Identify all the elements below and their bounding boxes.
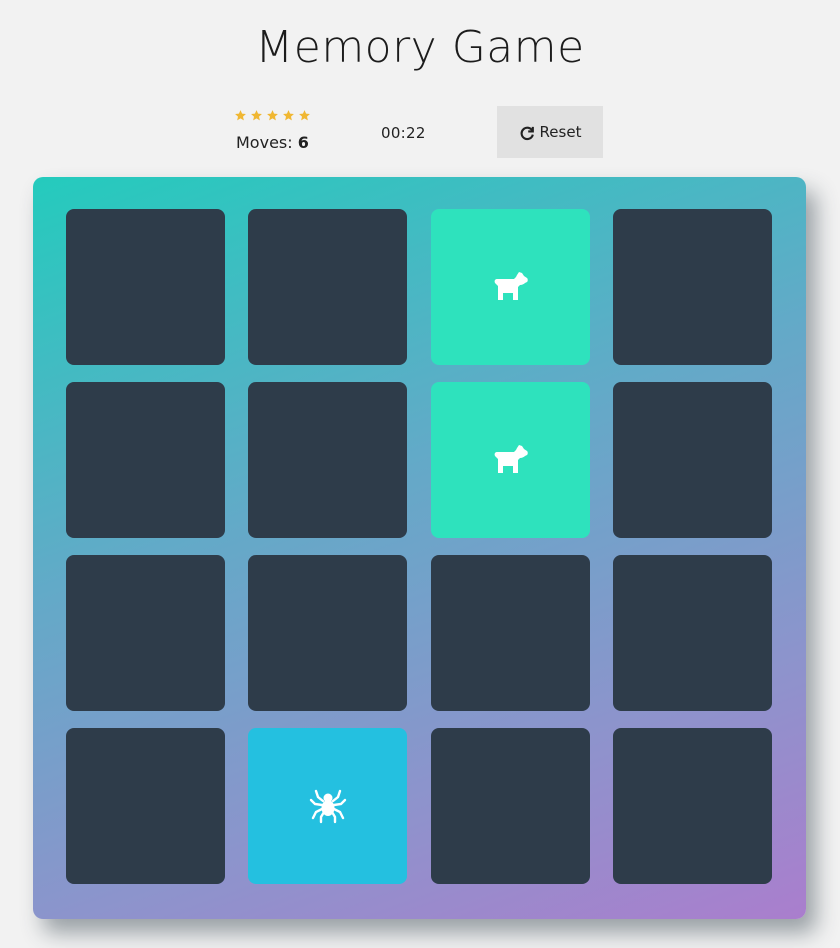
- card[interactable]: [248, 382, 407, 538]
- card[interactable]: [431, 382, 590, 538]
- score-panel: Moves: 6 00:22 Reset: [0, 0, 840, 170]
- star-icon: [234, 109, 247, 122]
- card[interactable]: [613, 382, 772, 538]
- moves-counter: Moves: 6: [236, 133, 309, 152]
- dog-icon: [491, 265, 531, 309]
- dog-icon: [491, 438, 531, 482]
- reset-label: Reset: [539, 123, 582, 141]
- star-icon: [282, 109, 295, 122]
- timer: 00:22: [381, 124, 426, 142]
- card[interactable]: [613, 209, 772, 365]
- repeat-icon: [520, 126, 534, 140]
- card[interactable]: [613, 728, 772, 884]
- card[interactable]: [66, 728, 225, 884]
- spider-icon: [308, 784, 348, 828]
- card-deck: [33, 177, 806, 919]
- card[interactable]: [248, 728, 407, 884]
- card[interactable]: [431, 728, 590, 884]
- moves-label: Moves:: [236, 133, 298, 152]
- card[interactable]: [431, 209, 590, 365]
- card[interactable]: [66, 209, 225, 365]
- star-rating: [234, 109, 311, 122]
- card[interactable]: [248, 555, 407, 711]
- star-icon: [250, 109, 263, 122]
- card[interactable]: [248, 209, 407, 365]
- moves-value: 6: [297, 133, 309, 152]
- star-icon: [298, 109, 311, 122]
- card[interactable]: [66, 382, 225, 538]
- reset-button[interactable]: Reset: [497, 106, 603, 158]
- card[interactable]: [66, 555, 225, 711]
- card[interactable]: [431, 555, 590, 711]
- star-icon: [266, 109, 279, 122]
- card[interactable]: [613, 555, 772, 711]
